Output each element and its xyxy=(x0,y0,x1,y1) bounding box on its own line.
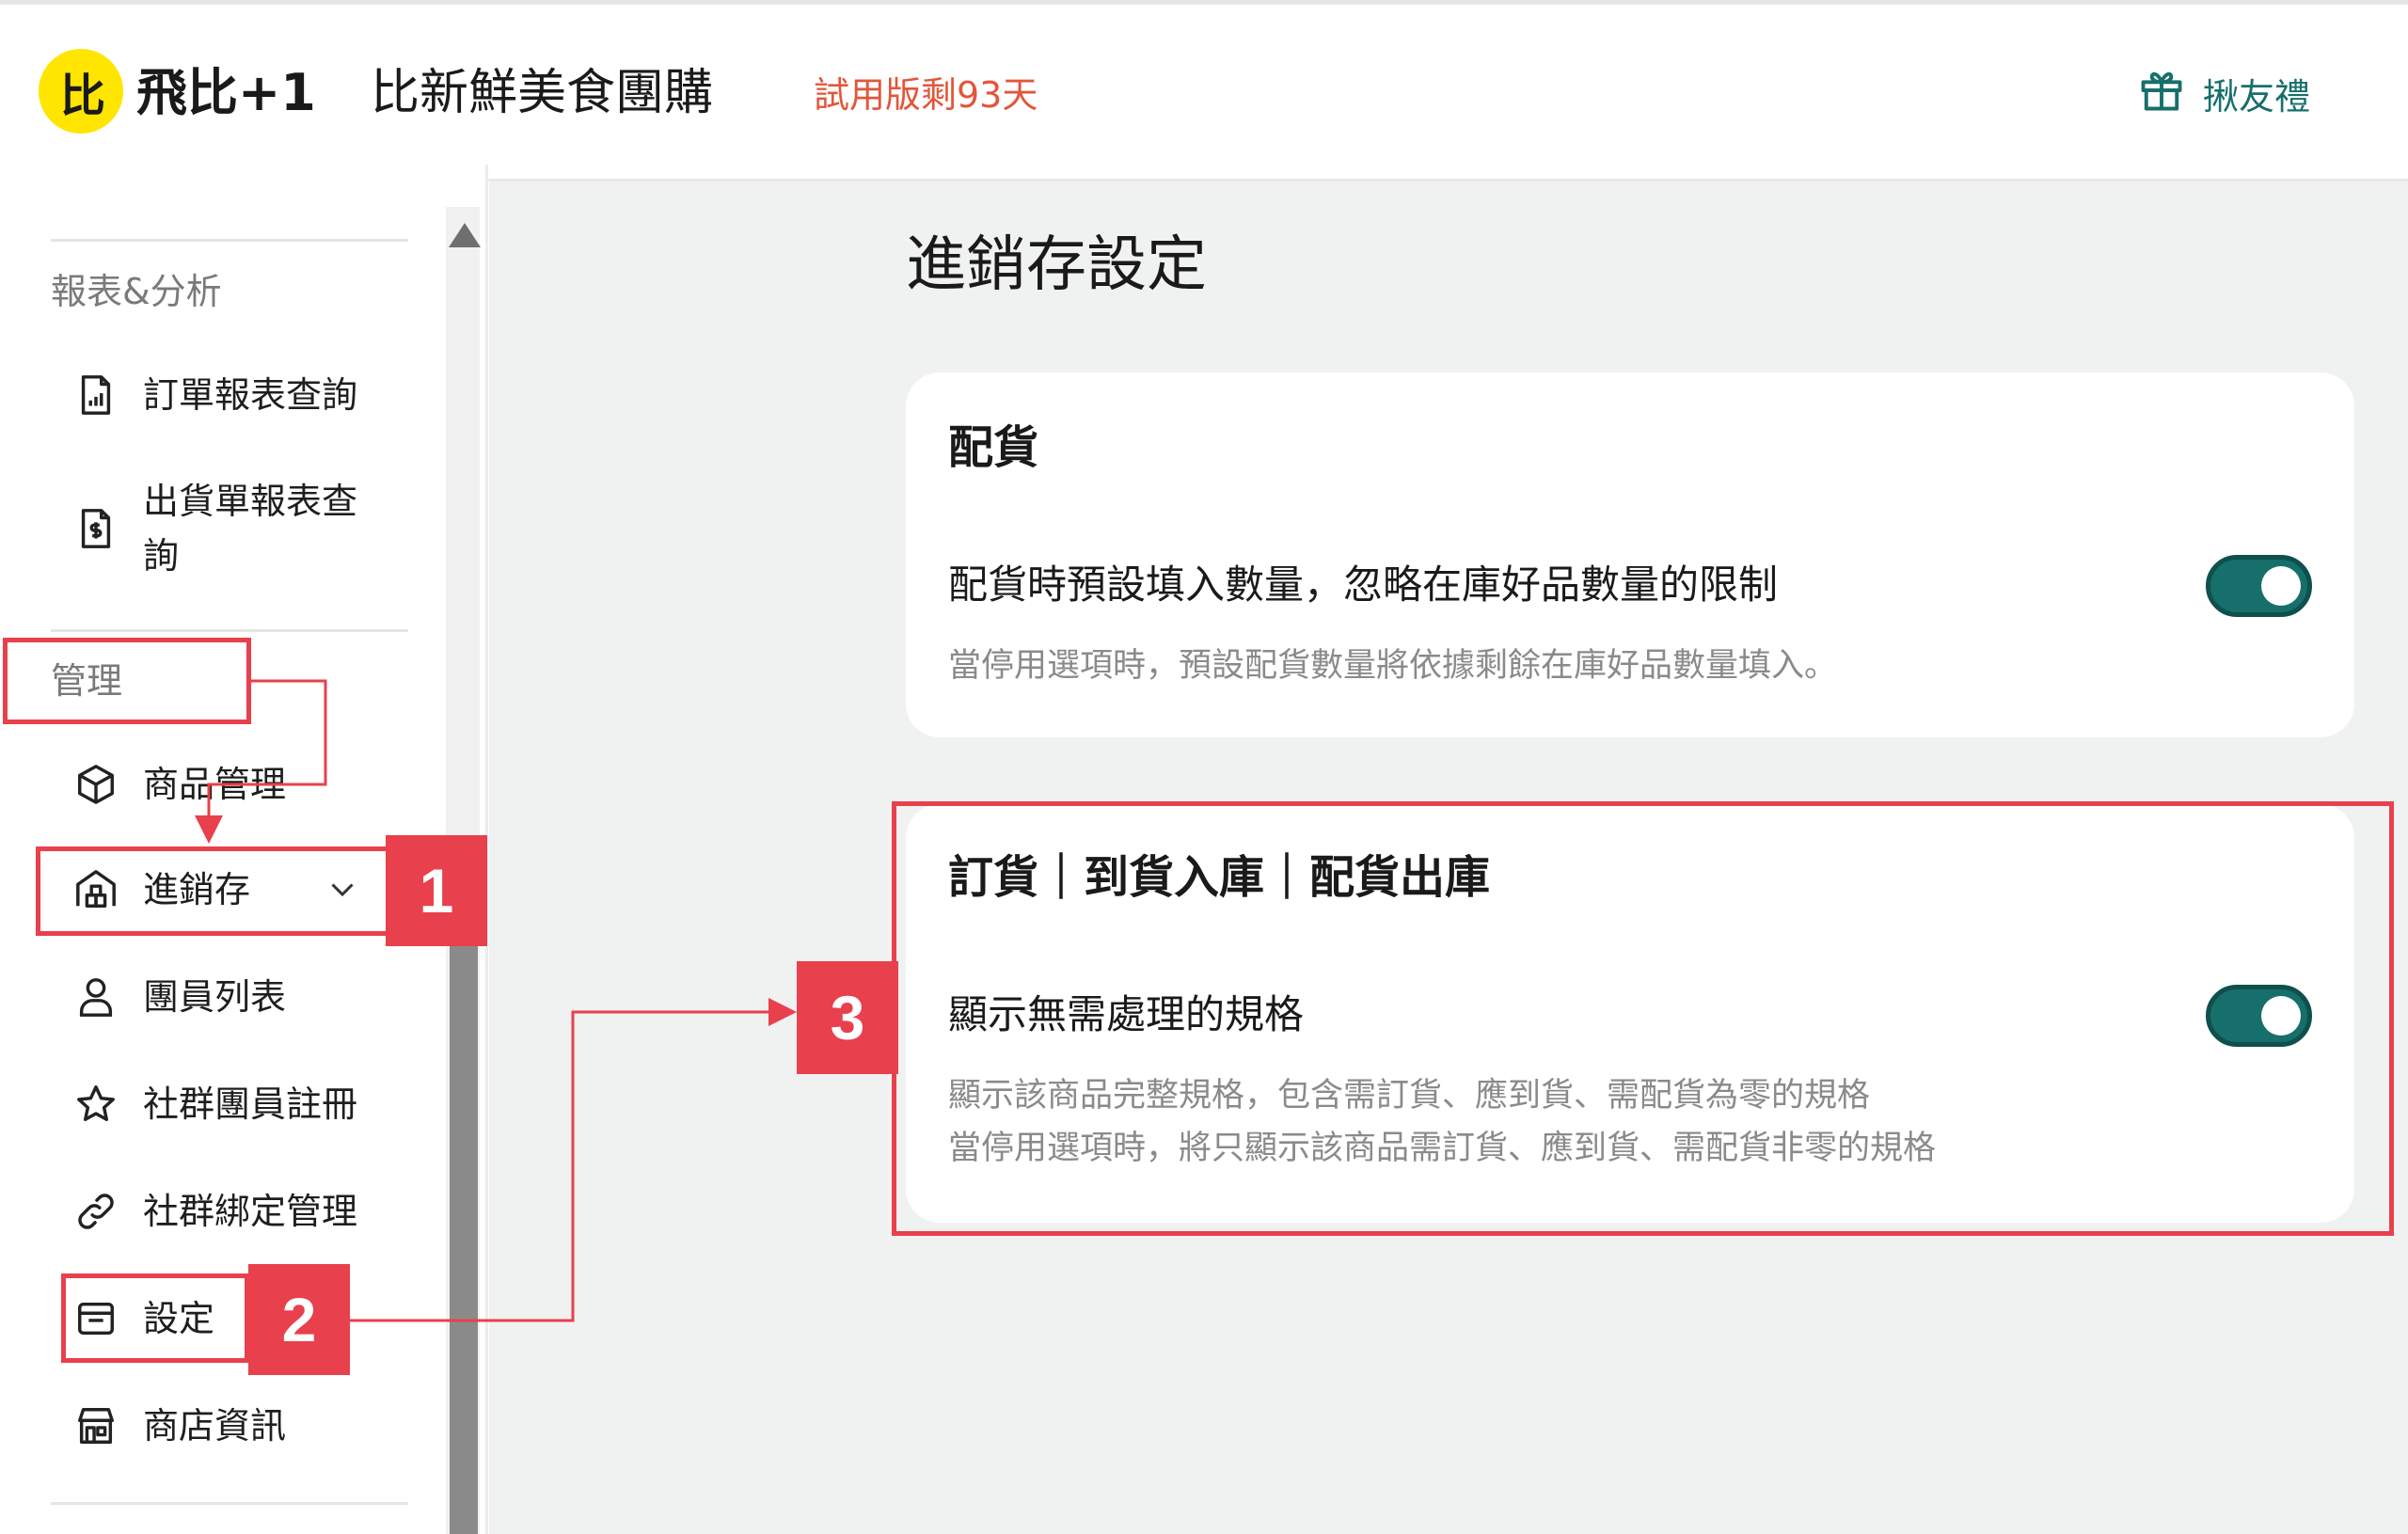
annotation-arrows xyxy=(195,679,797,1322)
arrow-management-to-inventory xyxy=(195,679,327,844)
arrow-settings-to-card xyxy=(350,998,797,1322)
